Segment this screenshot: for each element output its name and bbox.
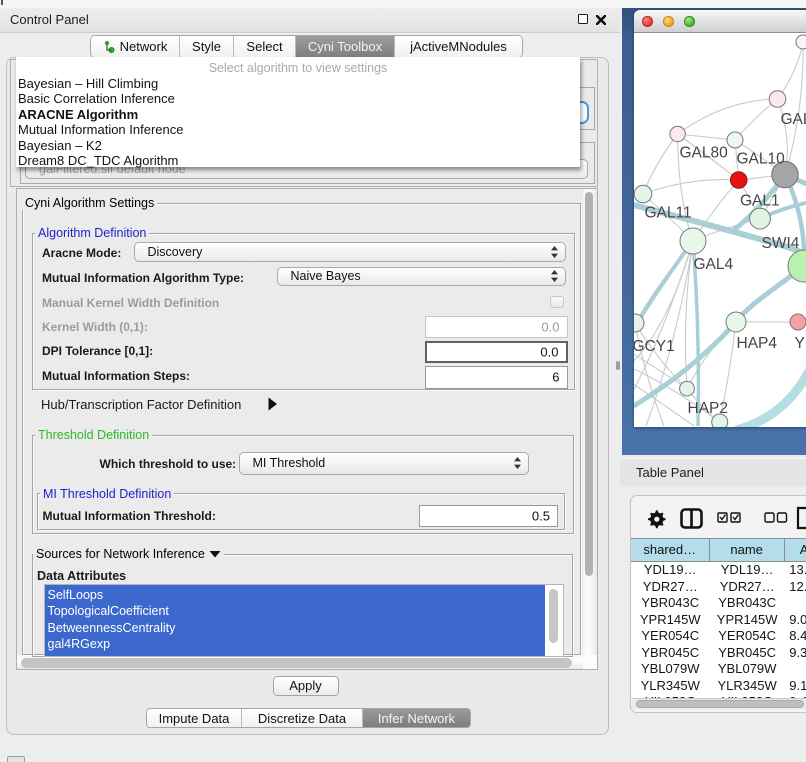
- svg-text:GAL7: GAL7: [781, 111, 806, 128]
- svg-text:GAL80: GAL80: [680, 145, 729, 162]
- svg-text:Y: Y: [795, 335, 805, 352]
- svg-text:SWI4: SWI4: [762, 235, 800, 252]
- svg-text:GAL11: GAL11: [645, 205, 692, 222]
- svg-text:GCY1: GCY1: [634, 338, 675, 355]
- svg-text:GAL4: GAL4: [694, 256, 734, 273]
- svg-text:HAP4: HAP4: [737, 335, 778, 352]
- svg-text:GAL1: GAL1: [740, 193, 780, 210]
- svg-text:HAP2: HAP2: [688, 400, 729, 417]
- svg-text:GAL10: GAL10: [737, 151, 786, 168]
